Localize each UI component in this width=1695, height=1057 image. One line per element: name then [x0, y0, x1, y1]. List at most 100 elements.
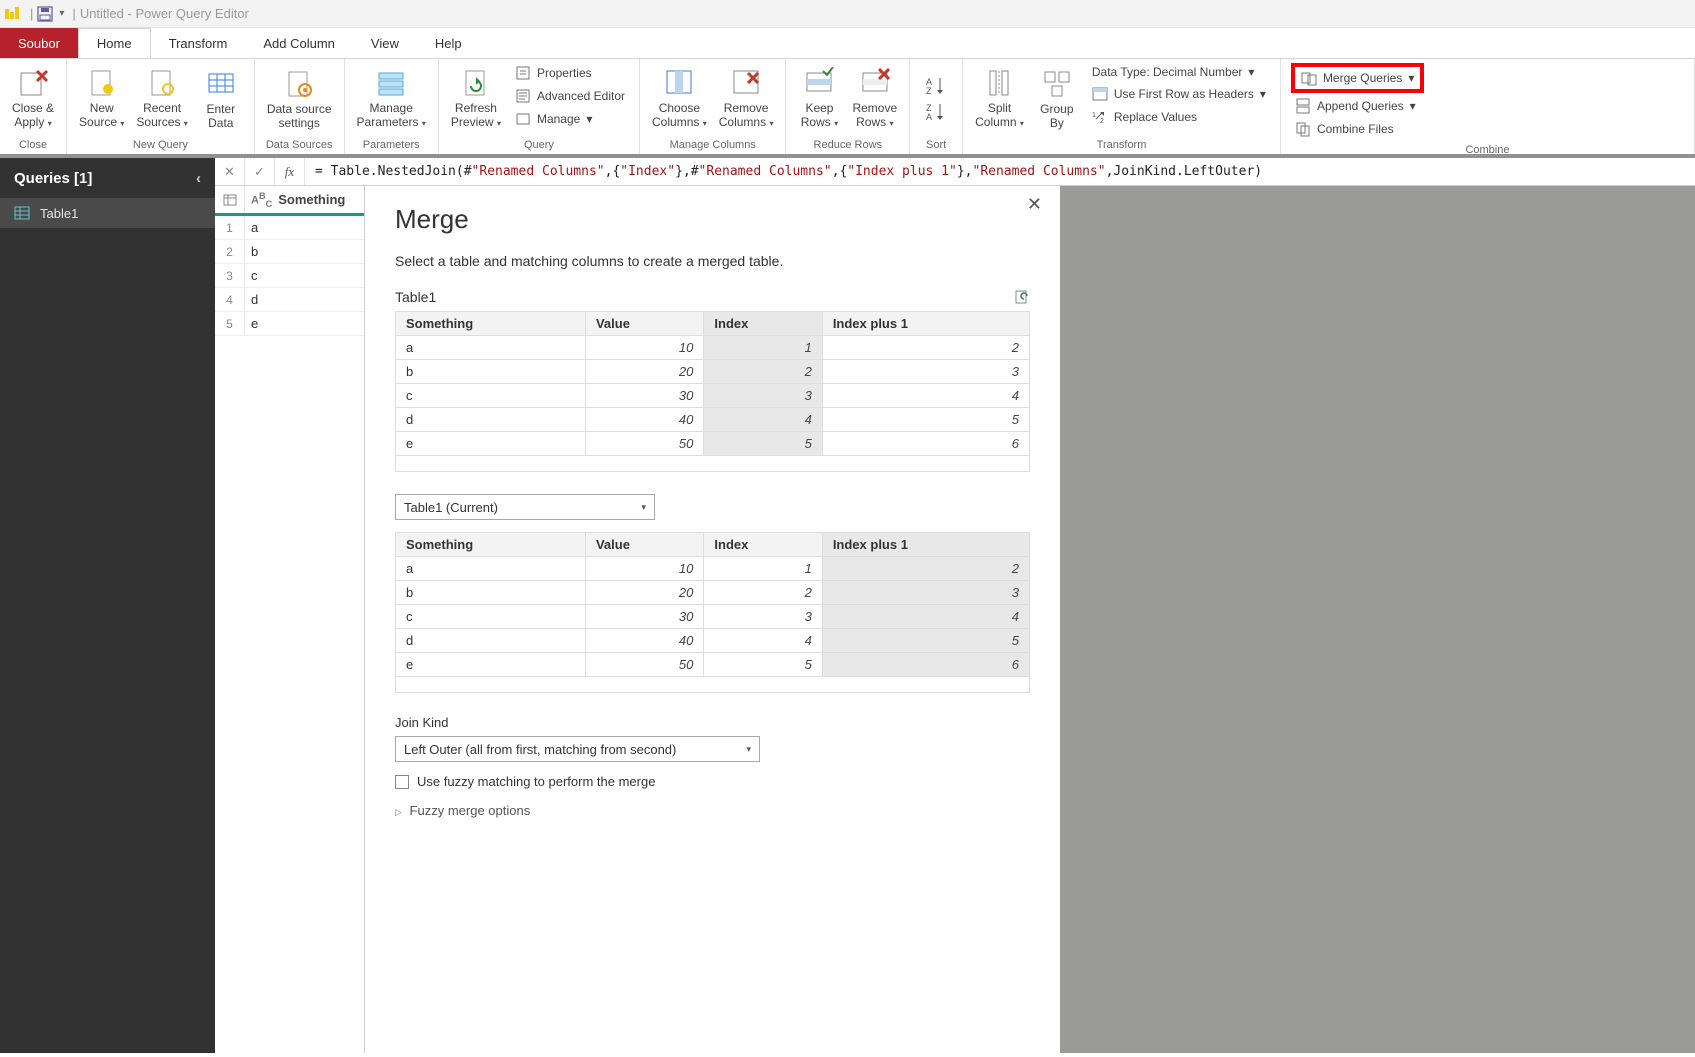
remove-columns-button[interactable]: Remove Columns ▾	[713, 65, 780, 133]
svg-text:Z: Z	[926, 86, 932, 96]
join-kind-combo[interactable]: Left Outer (all from first, matching fro…	[395, 736, 760, 762]
data-source-settings-button[interactable]: Data source settings	[261, 66, 338, 132]
tab-file[interactable]: Soubor	[0, 28, 78, 58]
advanced-editor-button[interactable]: Advanced Editor	[511, 86, 629, 106]
merge-queries-button[interactable]: Merge Queries ▾	[1297, 68, 1418, 88]
manage-label: Manage	[537, 112, 580, 126]
cell: 5	[822, 408, 1029, 432]
sort-desc-button[interactable]: ZA	[926, 101, 946, 123]
fuzzy-match-checkbox-row[interactable]: Use fuzzy matching to perform the merge	[395, 774, 1030, 789]
table-header[interactable]: Index	[704, 312, 822, 336]
queries-title: Queries [1]	[14, 170, 92, 187]
tab-view[interactable]: View	[353, 28, 417, 58]
table-header[interactable]: Value	[585, 312, 703, 336]
merge-table2[interactable]: SomethingValueIndexIndex plus 1a1012b202…	[395, 532, 1030, 693]
svg-text:A: A	[926, 112, 932, 122]
qat-dropdown-icon[interactable]: ▾	[59, 8, 64, 19]
table-row[interactable]: c3034	[396, 605, 1030, 629]
tab-home[interactable]: Home	[78, 28, 151, 58]
table-row[interactable]: a1012	[396, 557, 1030, 581]
table-header[interactable]: Value	[585, 533, 703, 557]
table-header[interactable]: Index plus 1	[822, 312, 1029, 336]
formula-input[interactable]: = Table.NestedJoin(#"Renamed Columns", {…	[305, 158, 1695, 185]
close-apply-label: Close & Apply ▾	[12, 101, 54, 131]
sidebar-collapse-icon[interactable]: ‹	[196, 170, 201, 187]
first-row-headers-button[interactable]: Use First Row as Headers ▾	[1088, 84, 1270, 104]
cell: 4	[822, 384, 1029, 408]
group-transform-label: Transform	[963, 138, 1280, 154]
data-type-button[interactable]: Data Type: Decimal Number ▾	[1088, 63, 1270, 81]
reload-icon[interactable]	[1014, 289, 1030, 305]
table-row[interactable]: b2023	[396, 581, 1030, 605]
cell: 3	[822, 581, 1029, 605]
sidebar-item-table1[interactable]: Table1	[0, 198, 215, 228]
refresh-preview-button[interactable]: Refresh Preview ▾	[445, 65, 507, 133]
table-header[interactable]: Something	[396, 533, 586, 557]
tab-transform[interactable]: Transform	[151, 28, 246, 58]
remove-rows-button[interactable]: Remove Rows ▾	[846, 65, 903, 133]
fuzzy-options-expander[interactable]: ▷ Fuzzy merge options	[395, 803, 1030, 818]
preview-row[interactable]: 1a	[215, 216, 364, 240]
new-source-button[interactable]: New Source ▾	[73, 65, 130, 133]
table-header[interactable]: Index	[704, 533, 822, 557]
merge-table1[interactable]: SomethingValueIndexIndex plus 1a1012b202…	[395, 311, 1030, 472]
first-row-headers-label: Use First Row as Headers	[1114, 87, 1254, 101]
cell: a	[396, 336, 586, 360]
preview-corner-icon[interactable]	[215, 186, 245, 213]
table-row[interactable]: c3034	[396, 384, 1030, 408]
refresh-icon	[460, 67, 492, 99]
cell: e	[396, 432, 586, 456]
recent-sources-button[interactable]: Recent Sources ▾	[130, 65, 193, 133]
sort-asc-button[interactable]: AZ	[926, 75, 946, 97]
table-row[interactable]: a1012	[396, 336, 1030, 360]
replace-icon: 12	[1092, 109, 1108, 125]
table-header[interactable]: Index plus 1	[822, 533, 1029, 557]
formula-accept-button[interactable]: ✓	[245, 158, 275, 185]
table-row[interactable]: b2023	[396, 360, 1030, 384]
replace-values-label: Replace Values	[1114, 110, 1197, 124]
append-queries-button[interactable]: Append Queries ▾	[1291, 96, 1424, 116]
manage-parameters-button[interactable]: Manage Parameters ▾	[351, 65, 432, 133]
close-icon[interactable]: ✕	[1027, 194, 1042, 215]
cell: 30	[585, 384, 703, 408]
table-header[interactable]: Something	[396, 312, 586, 336]
enter-data-button[interactable]: Enter Data	[194, 66, 248, 132]
merge-title: Merge	[395, 204, 1030, 235]
combine-files-button[interactable]: Combine Files	[1291, 119, 1424, 139]
cell: 20	[585, 360, 703, 384]
enter-data-icon	[205, 68, 237, 100]
checkbox-icon[interactable]	[395, 775, 409, 789]
preview-row[interactable]: 2b	[215, 240, 364, 264]
preview-row[interactable]: 3c	[215, 264, 364, 288]
tab-add-column[interactable]: Add Column	[245, 28, 353, 58]
group-manage-columns: Choose Columns ▾ Remove Columns ▾ Manage…	[640, 59, 786, 154]
choose-columns-button[interactable]: Choose Columns ▾	[646, 65, 713, 133]
keep-rows-button[interactable]: Keep Rows ▾	[792, 65, 846, 133]
close-apply-button[interactable]: Close & Apply ▾	[6, 65, 60, 133]
tab-help[interactable]: Help	[417, 28, 480, 58]
save-icon[interactable]	[37, 6, 53, 22]
table-row[interactable]: d4045	[396, 408, 1030, 432]
preview-column-header[interactable]: ABC Something	[245, 186, 364, 213]
formula-cancel-button[interactable]: ✕	[215, 158, 245, 185]
table-row[interactable]: e5056	[396, 653, 1030, 677]
remove-rows-label: Remove Rows ▾	[852, 101, 897, 131]
replace-values-button[interactable]: 12 Replace Values	[1088, 107, 1270, 127]
preview-row[interactable]: 4d	[215, 288, 364, 312]
table-row[interactable]: e5056	[396, 432, 1030, 456]
cell: 6	[822, 653, 1029, 677]
group-by-button[interactable]: Group By	[1030, 66, 1084, 132]
split-column-button[interactable]: Split Column ▾	[969, 65, 1030, 133]
merge-second-table-combo[interactable]: Table1 (Current) ▾	[395, 494, 655, 520]
manage-button[interactable]: Manage ▾	[511, 109, 629, 129]
preview-column-name: Something	[278, 192, 345, 207]
table-row[interactable]: d4045	[396, 629, 1030, 653]
row-number: 2	[215, 240, 245, 263]
queries-sidebar: Queries [1] ‹ Table1	[0, 158, 215, 1053]
cell: e	[245, 312, 364, 335]
preview-row[interactable]: 5e	[215, 312, 364, 336]
properties-button[interactable]: Properties	[511, 63, 629, 83]
formula-fx-icon[interactable]: fx	[275, 158, 305, 185]
cell: 2	[822, 336, 1029, 360]
text-type-icon: ABC	[251, 191, 272, 209]
